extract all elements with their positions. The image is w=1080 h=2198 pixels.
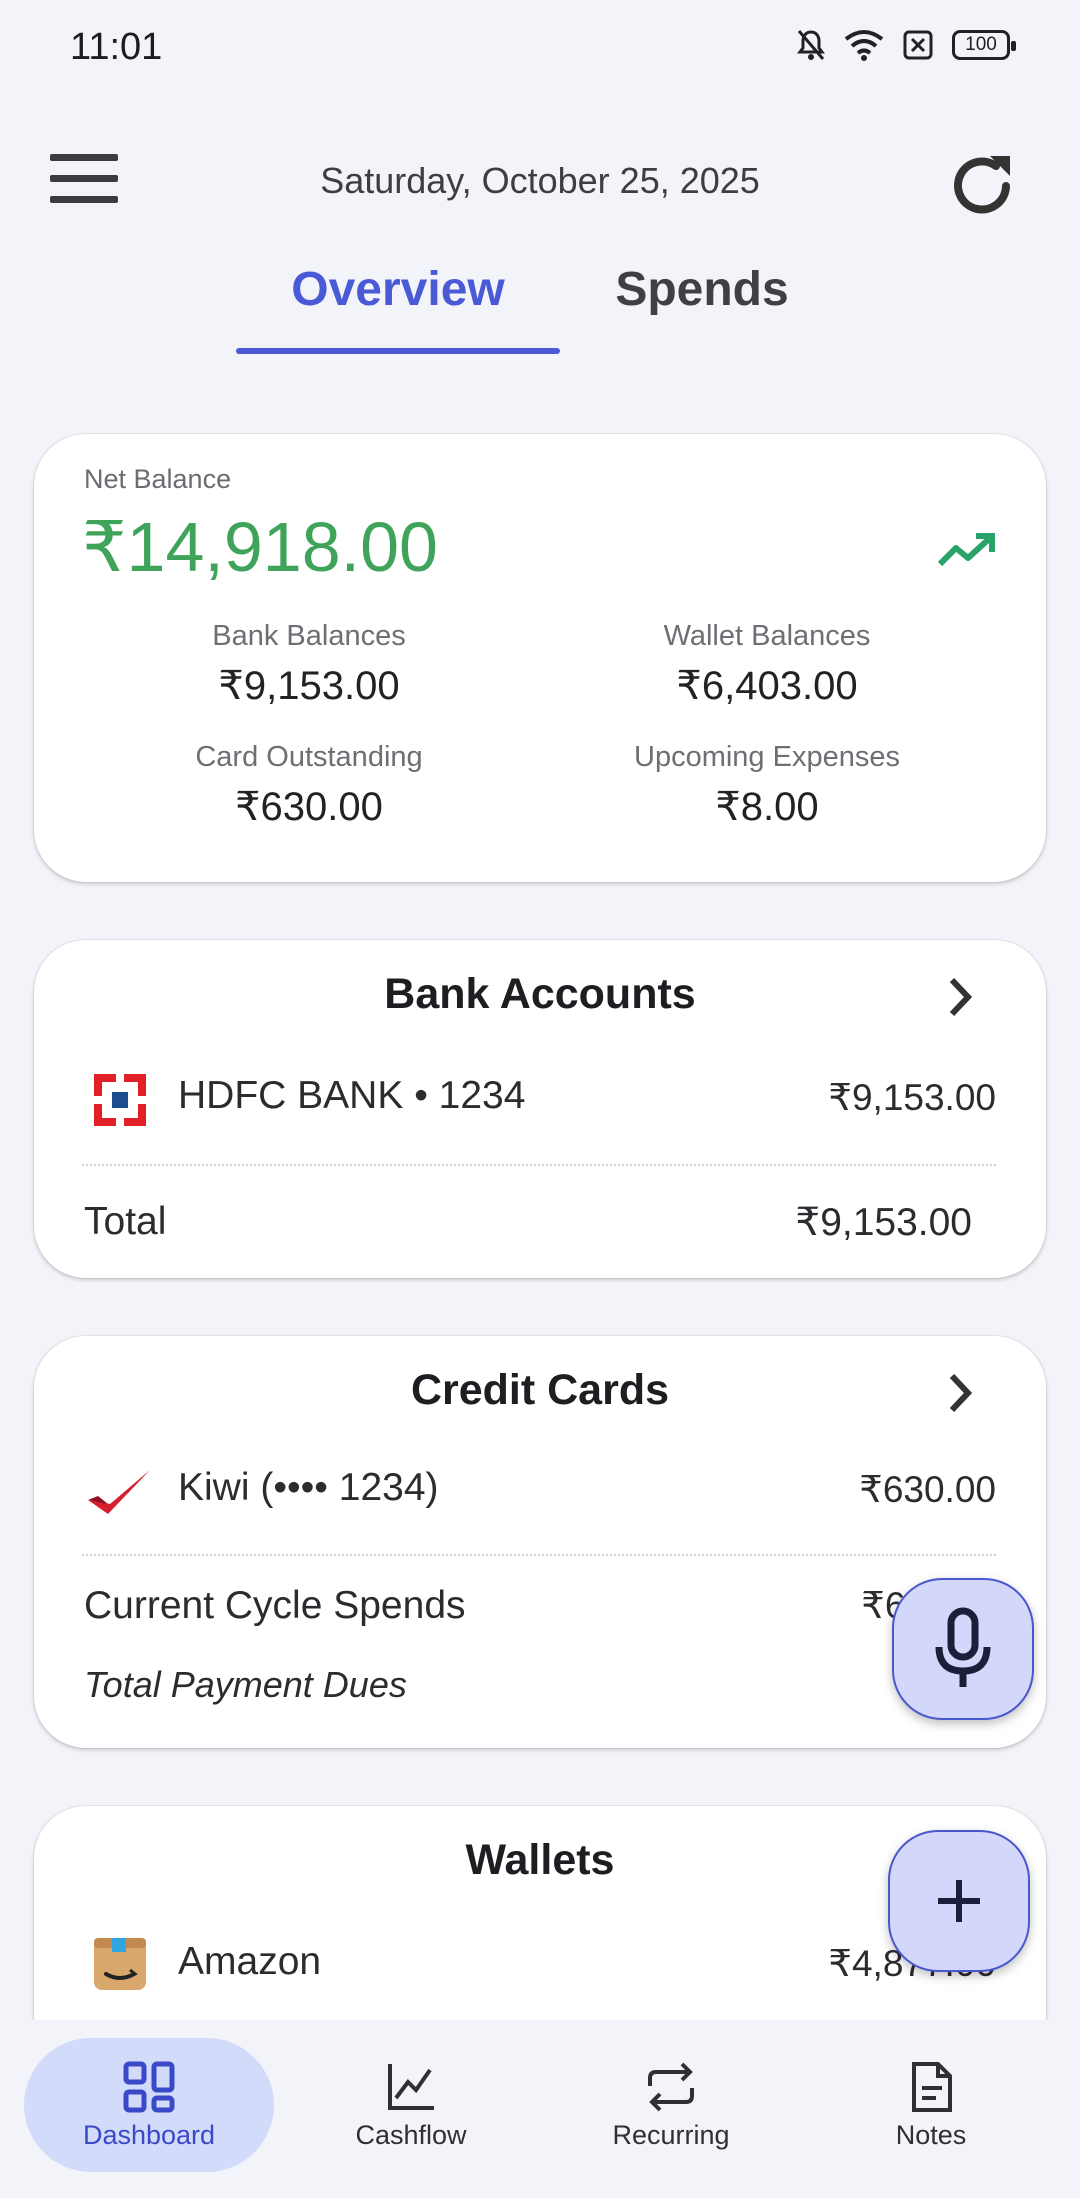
- bank-accounts-card[interactable]: Bank Accounts HDFC BANK • 1234 ₹9,153.00…: [34, 940, 1046, 1278]
- payment-dues-label: Total Payment Dues: [84, 1664, 407, 1705]
- chevron-right-icon[interactable]: [940, 1370, 980, 1416]
- nav-notes[interactable]: Notes: [806, 2038, 1056, 2172]
- date-title: Saturday, October 25, 2025: [320, 160, 760, 201]
- bank-total-value: ₹9,153.00: [795, 1201, 972, 1244]
- nav-cashflow[interactable]: Cashflow: [286, 2038, 536, 2172]
- battery-icon: 100: [952, 30, 1016, 60]
- credit-cards-title: Credit Cards: [410, 1366, 670, 1414]
- top-bar: Saturday, October 25, 2025: [0, 130, 1080, 240]
- nav-label: Recurring: [612, 2120, 730, 2150]
- stat-upcoming-expenses: Upcoming Expenses ₹8.00: [634, 741, 900, 829]
- bottom-nav: Dashboard Cashflow Recurring Notes: [0, 2020, 1080, 2198]
- credit-card-name: Kiwi (•••• 1234): [178, 1466, 439, 1509]
- tab-indicator: [236, 348, 560, 354]
- wallet-name: Amazon: [178, 1940, 322, 1983]
- bank-account-name: HDFC BANK • 1234: [178, 1074, 526, 1117]
- hdfc-logo-icon: [94, 1074, 146, 1126]
- status-bar: 11:01 100: [0, 0, 1080, 100]
- add-transaction-button[interactable]: [888, 1830, 1030, 1972]
- stat-card-outstanding: Card Outstanding ₹630.00: [195, 741, 423, 829]
- repeat-icon: [648, 2062, 694, 2112]
- tab-overview[interactable]: Overview: [236, 262, 560, 317]
- net-balance-label: Net Balance: [84, 464, 232, 494]
- bank-account-amount: ₹9,153.00: [828, 1077, 996, 1118]
- tab-spends[interactable]: Spends: [600, 262, 804, 317]
- dashboard-icon: [123, 2061, 175, 2113]
- voice-input-button[interactable]: [892, 1578, 1034, 1720]
- divider: [82, 1554, 996, 1556]
- bank-total-label: Total: [84, 1200, 167, 1243]
- status-icons: 100: [796, 28, 1016, 62]
- cycle-spends-label: Current Cycle Spends: [84, 1584, 466, 1627]
- credit-card-amount: ₹630.00: [859, 1469, 996, 1510]
- bank-accounts-title: Bank Accounts: [384, 970, 696, 1018]
- no-sim-icon: [903, 30, 933, 60]
- stat-wallet-balances: Wallet Balances ₹6,403.00: [663, 620, 871, 708]
- net-balance-card: Net Balance ₹14,918.00 Bank Balances ₹9,…: [34, 434, 1046, 882]
- chevron-right-icon[interactable]: [940, 974, 980, 1020]
- wifi-icon: [844, 30, 884, 61]
- microphone-icon: [935, 1607, 991, 1687]
- refresh-icon[interactable]: [944, 148, 1020, 224]
- net-balance-value: ₹14,918.00: [82, 508, 438, 586]
- nav-dashboard[interactable]: Dashboard: [24, 2038, 274, 2172]
- chart-icon: [388, 2064, 434, 2110]
- status-time: 11:01: [70, 26, 163, 68]
- amazon-logo-icon: [94, 1938, 146, 1990]
- stat-bank-balances: Bank Balances ₹9,153.00: [212, 620, 406, 708]
- mute-bell-icon: [797, 30, 825, 60]
- notes-icon: [912, 2062, 952, 2112]
- trending-up-icon: [937, 533, 995, 567]
- plus-icon: [938, 1880, 980, 1922]
- nav-label: Notes: [895, 2120, 967, 2150]
- kiwi-logo-icon: [88, 1470, 150, 1514]
- nav-label: Cashflow: [355, 2120, 467, 2150]
- divider: [82, 1164, 996, 1166]
- tab-bar: Overview Spends: [0, 262, 1080, 358]
- nav-label: Dashboard: [82, 2120, 216, 2150]
- nav-recurring[interactable]: Recurring: [546, 2038, 796, 2172]
